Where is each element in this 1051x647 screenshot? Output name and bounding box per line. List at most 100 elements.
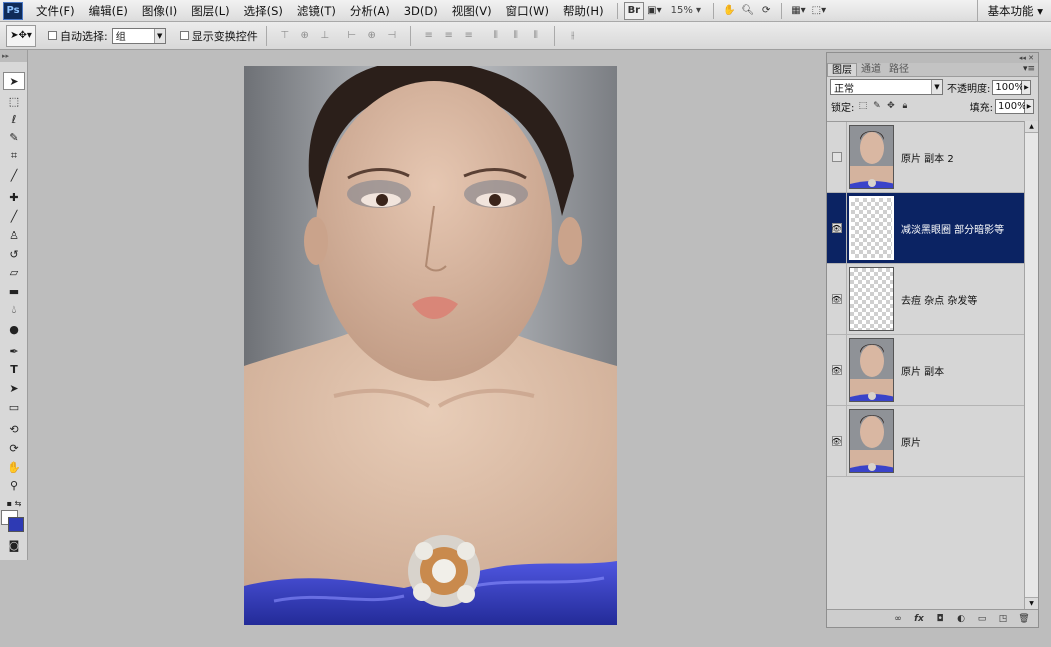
screen-mode-toggle-icon[interactable]: ⬚▾ — [809, 2, 829, 20]
distribute-vcenter-icon[interactable]: ≡ — [440, 28, 458, 44]
lock-pixels-icon[interactable]: ✎ — [871, 101, 882, 112]
distribute-hcenter-icon[interactable]: ⫴ — [507, 28, 525, 44]
tool-preset-picker[interactable]: ➤✥ ▾ — [6, 24, 36, 47]
tab-channels[interactable]: 通道 — [857, 63, 885, 76]
opacity-slider-arrow-icon[interactable]: ▶ — [1022, 79, 1032, 95]
show-transform-checkbox[interactable] — [179, 31, 189, 40]
panel-collapse-icon[interactable]: ◂◂ ✕ — [827, 53, 1038, 63]
layer-row[interactable]: 👁︎ 原片 副本 — [827, 334, 1025, 406]
zoom-icon[interactable]: 🔍︎ — [738, 2, 757, 20]
distribute-bottom-icon[interactable]: ≡ — [460, 28, 478, 44]
fill-slider-arrow-icon[interactable]: ▶ — [1025, 98, 1034, 114]
lasso-tool-icon[interactable]: ℓ — [3, 110, 25, 128]
brush-tool-icon[interactable]: ╱ — [3, 207, 25, 225]
zoom-level[interactable]: 15% ▾ — [665, 5, 707, 16]
eyedropper-tool-icon[interactable]: ╱ — [3, 166, 25, 184]
link-icon[interactable]: ∞ — [890, 612, 906, 626]
distribute-right-icon[interactable]: ⫴ — [527, 28, 545, 44]
layer-row[interactable]: 原片 副本 2 — [827, 121, 1025, 193]
fill-field[interactable]: 100% — [995, 98, 1027, 114]
gradient-tool-icon[interactable]: ▬ — [3, 282, 25, 300]
align-top-icon[interactable]: ⊤ — [276, 28, 294, 44]
healing-brush-tool-icon[interactable]: ✚ — [3, 188, 25, 206]
bridge-button[interactable]: Br — [623, 1, 645, 20]
panel-menu-icon[interactable]: ▾≡ — [1023, 64, 1035, 74]
crop-tool-icon[interactable]: ⌗ — [3, 147, 25, 165]
menu-image[interactable]: 图像(I) — [135, 3, 184, 19]
layer-row[interactable]: 👁︎ 去痘 杂点 杂发等 — [827, 263, 1025, 335]
align-left-icon[interactable]: ⊢ — [343, 28, 361, 44]
eraser-tool-icon[interactable]: ▱ — [3, 263, 25, 281]
align-vcenter-icon[interactable]: ⊕ — [296, 28, 314, 44]
group-folder-icon[interactable]: ▭ — [974, 612, 990, 626]
distribute-left-icon[interactable]: ⫴ — [487, 28, 505, 44]
menu-layer[interactable]: 图层(L) — [184, 3, 236, 19]
tab-paths[interactable]: 路径 — [885, 63, 913, 76]
arrange-documents-icon[interactable]: ▦▾ — [788, 2, 808, 20]
scroll-up-icon[interactable]: ▲ — [1025, 121, 1038, 133]
new-layer-icon[interactable]: ◳ — [995, 612, 1011, 626]
align-right-icon[interactable]: ⊣ — [383, 28, 401, 44]
rotate-view-icon[interactable]: ⟳ — [757, 2, 775, 20]
visibility-toggle[interactable] — [827, 121, 847, 193]
lock-position-icon[interactable]: ✥ — [885, 101, 896, 112]
distribute-top-icon[interactable]: ≡ — [420, 28, 438, 44]
auto-select-value: 组 — [115, 32, 126, 43]
menu-3d[interactable]: 3D(D) — [397, 4, 445, 18]
layer-row[interactable]: 👁︎ 减淡黑眼圈 部分暗影等 — [827, 192, 1025, 264]
align-bottom-icon[interactable]: ⊥ — [316, 28, 334, 44]
menu-view[interactable]: 视图(V) — [445, 3, 499, 19]
blend-mode-dropdown[interactable]: 正常 ▼ — [830, 79, 943, 95]
menu-file[interactable]: 文件(F) — [29, 3, 82, 19]
3d-orbit-tool-icon[interactable]: ⟳ — [3, 439, 25, 457]
opacity-field[interactable]: 100% — [992, 79, 1024, 95]
menu-analysis[interactable]: 分析(A) — [343, 3, 397, 19]
menu-select[interactable]: 选择(S) — [237, 3, 290, 19]
menu-filter[interactable]: 滤镜(T) — [290, 3, 343, 19]
mask-icon[interactable]: ◘ — [932, 612, 948, 626]
pen-tool-icon[interactable]: ✒ — [3, 342, 25, 360]
quick-select-tool-icon[interactable]: ✎ — [3, 128, 25, 146]
marquee-tool-icon[interactable]: ⬚ — [3, 92, 25, 110]
scroll-down-icon[interactable]: ▼ — [1025, 597, 1038, 609]
dodge-tool-icon[interactable]: ● — [3, 320, 25, 338]
visibility-toggle[interactable]: 👁︎ — [827, 263, 847, 335]
menu-window[interactable]: 窗口(W) — [499, 3, 556, 19]
shape-tool-icon[interactable]: ▭ — [3, 398, 25, 416]
align-hcenter-icon[interactable]: ⊕ — [363, 28, 381, 44]
menu-edit[interactable]: 编辑(E) — [82, 3, 135, 19]
fx-icon[interactable]: fx — [911, 612, 927, 626]
layers-scrollbar[interactable]: ▲ ▼ — [1024, 121, 1038, 609]
menu-help[interactable]: 帮助(H) — [556, 3, 611, 19]
zoom-tool-icon[interactable]: ⚲ — [3, 476, 25, 494]
type-tool-icon[interactable]: T — [3, 360, 25, 378]
auto-align-layers-icon[interactable]: ⫲ — [564, 28, 582, 44]
workspace-switcher[interactable]: 基本功能 ▾ — [976, 0, 1051, 22]
clone-stamp-tool-icon[interactable]: ♙ — [3, 226, 25, 244]
lock-all-icon[interactable]: 🔒︎ — [899, 101, 910, 112]
visibility-toggle[interactable]: 👁︎ — [827, 334, 847, 406]
trash-icon[interactable]: 🗑︎ — [1016, 612, 1032, 626]
auto-select-checkbox[interactable] — [48, 31, 57, 40]
blur-tool-icon[interactable]: 💧︎ — [3, 301, 25, 319]
move-tool-icon[interactable]: ➤ — [3, 72, 25, 90]
3d-rotate-tool-icon[interactable]: ⟲ — [3, 420, 25, 438]
panel-grip-icon[interactable]: ▸▸ — [0, 50, 27, 62]
hand-icon[interactable]: ✋ — [720, 2, 738, 20]
visibility-toggle[interactable]: 👁︎ — [827, 192, 847, 264]
hand-tool-icon[interactable]: ✋ — [3, 458, 25, 476]
history-brush-tool-icon[interactable]: ↺ — [3, 245, 25, 263]
path-selection-tool-icon[interactable]: ➤ — [3, 379, 25, 397]
tab-layers[interactable]: 图层 — [827, 63, 857, 76]
layer-row[interactable]: 👁︎ 原片 — [827, 405, 1025, 477]
layer-name: 去痘 杂点 杂发等 — [901, 295, 978, 307]
lock-transparency-icon[interactable]: ⬚ — [857, 101, 868, 112]
screen-mode-icon[interactable]: ▣▾ — [644, 2, 664, 20]
show-transform-label: 显示变换控件 — [191, 29, 258, 43]
quick-mask-icon[interactable]: ◙ — [3, 536, 25, 554]
visibility-toggle[interactable]: 👁︎ — [827, 405, 847, 477]
adjustment-icon[interactable]: ◐ — [953, 612, 969, 626]
background-color-swatch[interactable] — [8, 517, 24, 532]
auto-select-dropdown[interactable]: 组 ▼ — [111, 27, 166, 44]
document-canvas[interactable] — [244, 66, 617, 625]
